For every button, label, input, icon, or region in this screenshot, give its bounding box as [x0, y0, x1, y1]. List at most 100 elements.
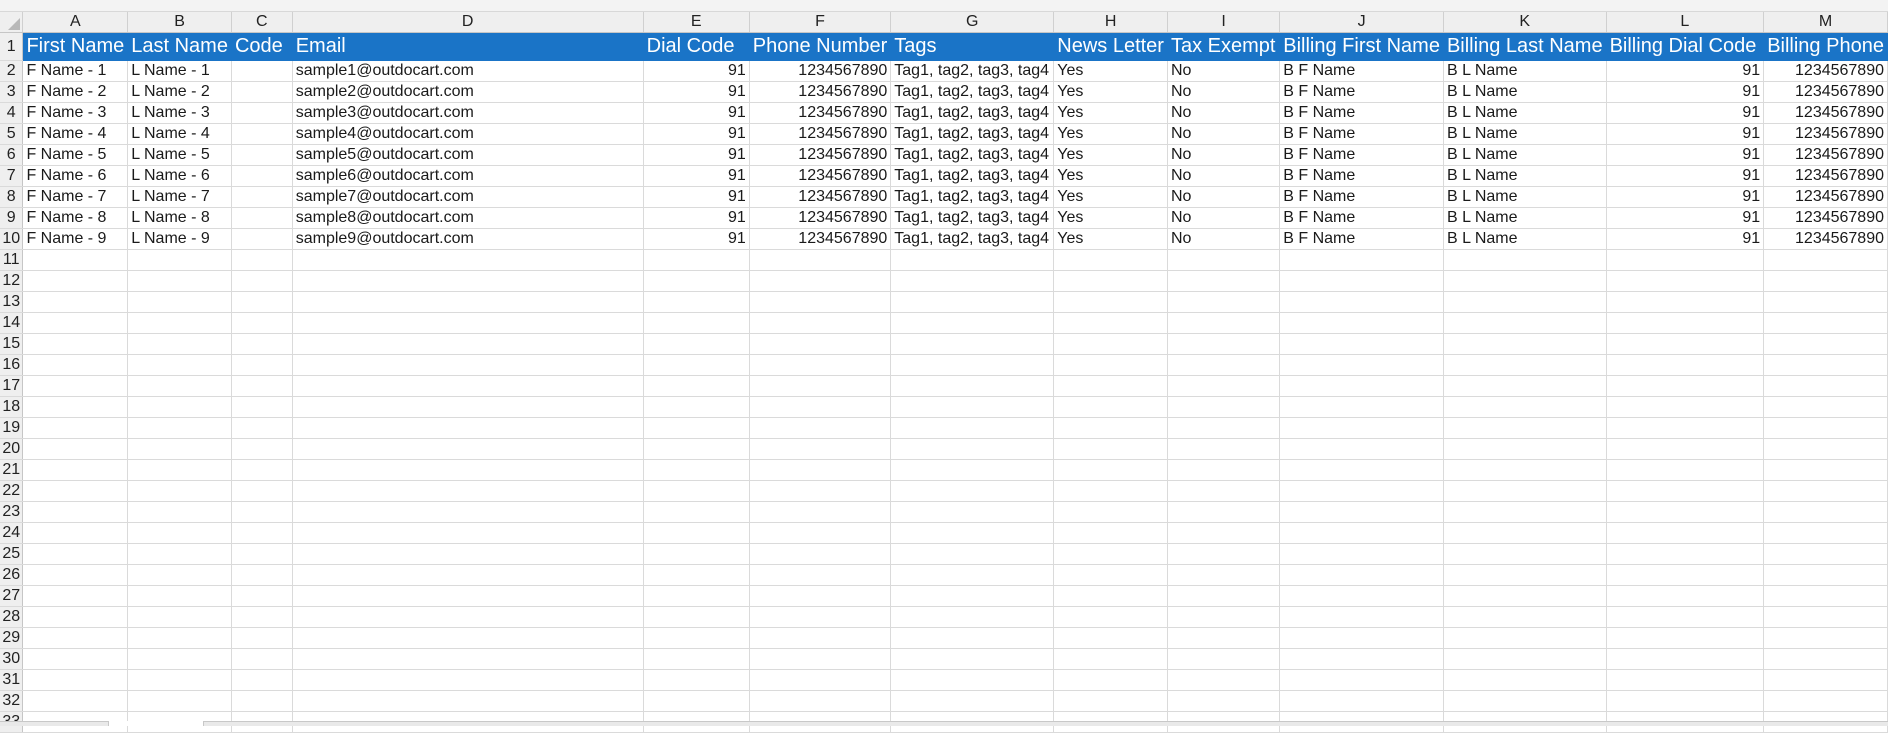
cell-first-name[interactable]: F Name - 8 [22, 207, 129, 229]
empty-cell[interactable] [1053, 627, 1168, 649]
cell-tax-exempt[interactable]: No [1167, 81, 1281, 103]
column-header-j[interactable]: J [1279, 12, 1444, 33]
empty-cell[interactable] [643, 543, 750, 565]
empty-cell[interactable] [1443, 270, 1607, 292]
row-header[interactable]: 15 [0, 333, 24, 355]
empty-cell[interactable] [1443, 690, 1607, 712]
empty-cell[interactable] [292, 648, 644, 670]
empty-cell[interactable] [1606, 312, 1765, 334]
row-header[interactable]: 13 [0, 291, 24, 313]
empty-cell[interactable] [1606, 396, 1765, 418]
cell-tags[interactable]: Tag1, tag2, tag3, tag4 [890, 186, 1055, 208]
row-header[interactable]: 22 [0, 480, 24, 502]
empty-cell[interactable] [1167, 375, 1281, 397]
empty-cell[interactable] [1606, 522, 1765, 544]
empty-cell[interactable] [1763, 438, 1888, 460]
empty-cell[interactable] [127, 585, 232, 607]
row-header[interactable]: 4 [0, 102, 24, 124]
cell-email[interactable]: sample3@outdocart.com [292, 102, 644, 124]
empty-cell[interactable] [292, 564, 644, 586]
header-cell[interactable]: Dial Code [643, 32, 750, 61]
cell-email-link[interactable]: sample4@outdocart.com [292, 123, 644, 145]
cell-phone[interactable]: 1234567890 [749, 102, 892, 124]
cell-code[interactable] [231, 123, 293, 145]
empty-cell[interactable] [1279, 501, 1444, 523]
empty-cell[interactable] [1279, 249, 1444, 271]
cell-billing-first-name[interactable]: B F Name [1279, 60, 1444, 82]
empty-cell[interactable] [890, 543, 1055, 565]
empty-cell[interactable] [22, 522, 129, 544]
cell-phone[interactable]: 1234567890 [749, 123, 892, 145]
empty-cell[interactable] [1443, 480, 1607, 502]
empty-cell[interactable] [1279, 396, 1444, 418]
cell-tax-exempt[interactable]: No [1167, 102, 1281, 124]
cell-dial-code[interactable]: 91 [643, 60, 750, 82]
cell-billing-last-name[interactable]: B L Name [1443, 60, 1607, 82]
empty-cell[interactable] [1443, 354, 1607, 376]
cell-last-name[interactable]: L Name - 8 [127, 207, 232, 229]
cell-email[interactable]: sample1@outdocart.com [292, 60, 644, 82]
row-header[interactable]: 31 [0, 669, 24, 691]
empty-cell[interactable] [22, 438, 129, 460]
row-header[interactable]: 9 [0, 207, 24, 229]
cell-dial-code[interactable]: 91 [643, 207, 750, 229]
row-header[interactable]: 20 [0, 438, 24, 460]
empty-cell[interactable] [1053, 501, 1168, 523]
empty-cell[interactable] [22, 417, 129, 439]
empty-cell[interactable] [1606, 480, 1765, 502]
row-header[interactable]: 16 [0, 354, 24, 376]
empty-cell[interactable] [890, 375, 1055, 397]
column-header-e[interactable]: E [643, 12, 750, 33]
empty-cell[interactable] [749, 396, 892, 418]
empty-cell[interactable] [1053, 375, 1168, 397]
empty-cell[interactable] [1167, 333, 1281, 355]
cell-billing-phone[interactable]: 1234567890 [1763, 81, 1888, 103]
cell-billing-first-name[interactable]: B F Name [1279, 123, 1444, 145]
empty-cell[interactable] [1053, 396, 1168, 418]
row-header[interactable]: 29 [0, 627, 24, 649]
row-header[interactable]: 25 [0, 543, 24, 565]
empty-cell[interactable] [127, 669, 232, 691]
empty-cell[interactable] [1053, 585, 1168, 607]
empty-cell[interactable] [1763, 501, 1888, 523]
header-cell[interactable]: Code [231, 32, 293, 61]
empty-cell[interactable] [127, 459, 232, 481]
empty-cell[interactable] [643, 312, 750, 334]
empty-cell[interactable] [1053, 249, 1168, 271]
cell-code[interactable] [231, 144, 293, 166]
empty-cell[interactable] [231, 627, 293, 649]
empty-cell[interactable] [1167, 291, 1281, 313]
empty-cell[interactable] [890, 480, 1055, 502]
empty-cell[interactable] [749, 459, 892, 481]
empty-cell[interactable] [749, 522, 892, 544]
empty-cell[interactable] [231, 585, 293, 607]
cell-tax-exempt[interactable]: No [1167, 165, 1281, 187]
cell-dial-code[interactable]: 91 [643, 165, 750, 187]
empty-cell[interactable] [1279, 648, 1444, 670]
cell-news-letter[interactable]: Yes [1053, 207, 1168, 229]
empty-cell[interactable] [1763, 480, 1888, 502]
empty-cell[interactable] [1167, 480, 1281, 502]
empty-cell[interactable] [749, 375, 892, 397]
empty-cell[interactable] [1443, 627, 1607, 649]
cell-billing-dial-code[interactable]: 91 [1606, 60, 1765, 82]
cell-code[interactable] [231, 102, 293, 124]
cell-code[interactable] [231, 81, 293, 103]
empty-cell[interactable] [1279, 417, 1444, 439]
empty-cell[interactable] [749, 480, 892, 502]
cell-billing-first-name[interactable]: B F Name [1279, 102, 1444, 124]
empty-cell[interactable] [890, 438, 1055, 460]
empty-cell[interactable] [292, 333, 644, 355]
empty-cell[interactable] [22, 606, 129, 628]
empty-cell[interactable] [890, 249, 1055, 271]
empty-cell[interactable] [1763, 375, 1888, 397]
cell-first-name[interactable]: F Name - 1 [22, 60, 129, 82]
empty-cell[interactable] [231, 291, 293, 313]
empty-cell[interactable] [1763, 669, 1888, 691]
empty-cell[interactable] [1606, 417, 1765, 439]
empty-cell[interactable] [292, 249, 644, 271]
cell-first-name[interactable]: F Name - 3 [22, 102, 129, 124]
cell-dial-code[interactable]: 91 [643, 228, 750, 250]
empty-cell[interactable] [890, 270, 1055, 292]
empty-cell[interactable] [890, 606, 1055, 628]
